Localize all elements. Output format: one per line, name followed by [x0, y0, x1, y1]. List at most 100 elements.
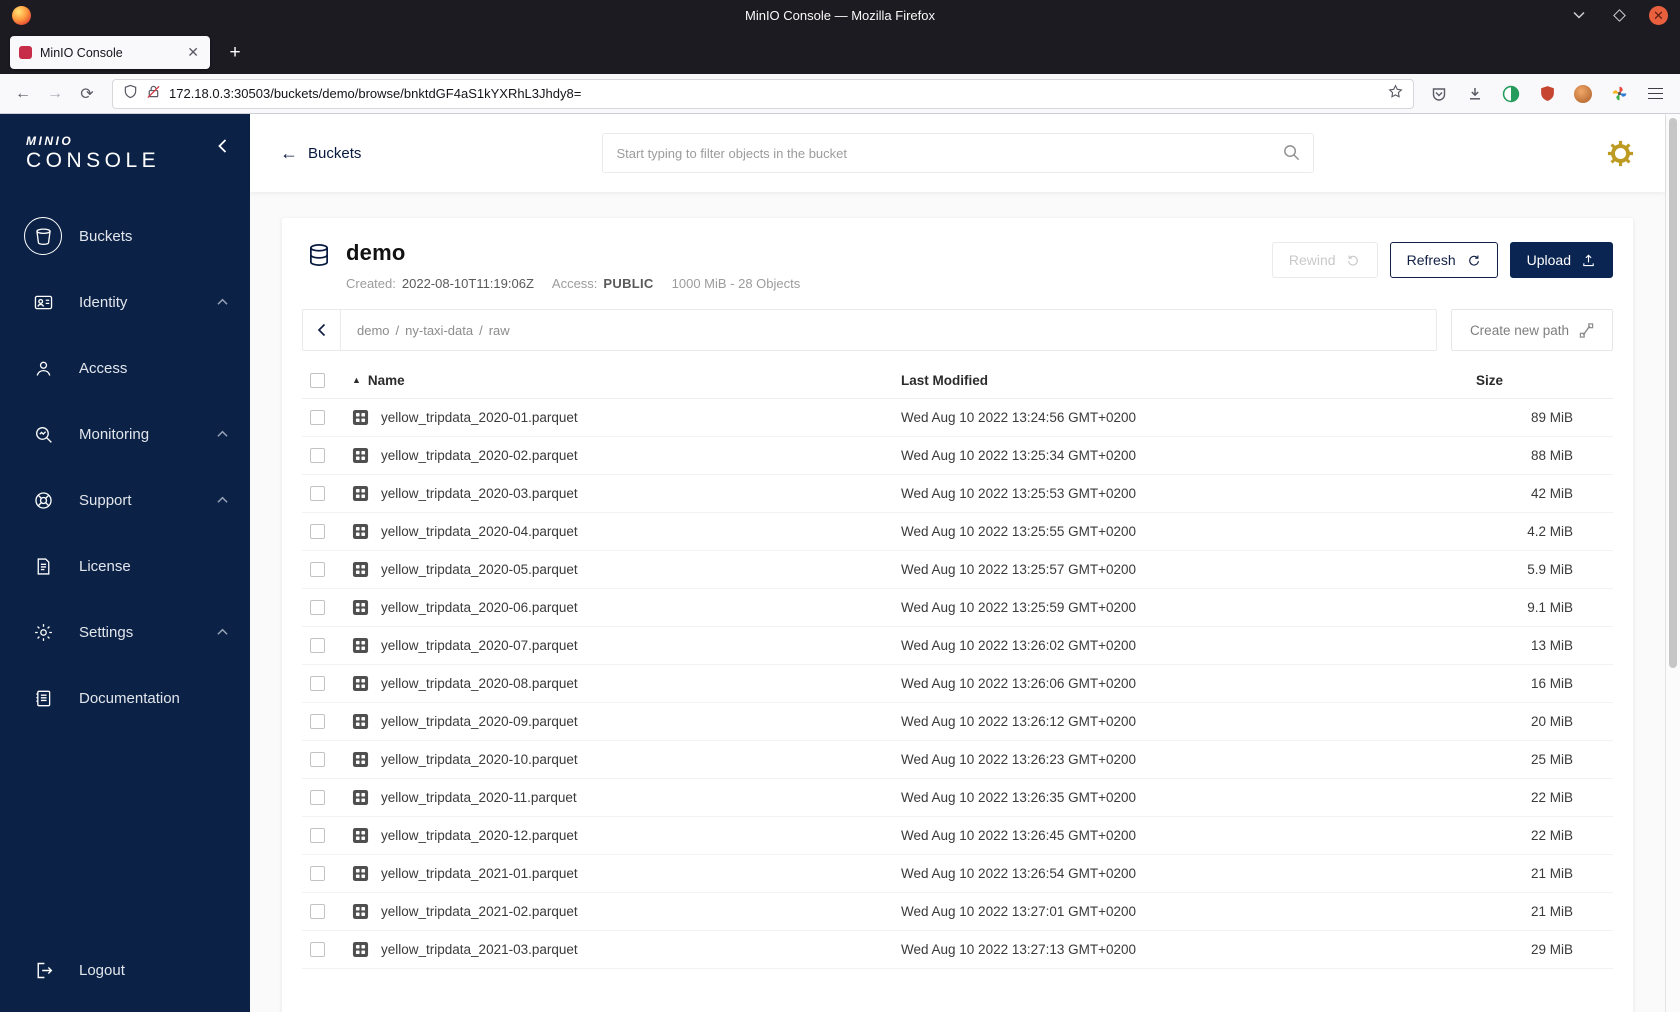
table-row[interactable]: yellow_tripdata_2020-09.parquet Wed Aug …	[302, 702, 1613, 741]
table-row[interactable]: yellow_tripdata_2020-07.parquet Wed Aug …	[302, 626, 1613, 665]
row-checkbox[interactable]	[310, 410, 325, 425]
bookmark-star-icon[interactable]	[1388, 83, 1403, 104]
pocket-icon[interactable]	[1424, 79, 1454, 109]
breadcrumb-segment[interactable]: demo	[357, 323, 390, 338]
row-checkbox[interactable]	[310, 562, 325, 577]
row-checkbox[interactable]	[310, 904, 325, 919]
new-tab-button[interactable]: +	[220, 38, 250, 68]
chevron-up-icon	[217, 496, 228, 504]
row-checkbox[interactable]	[310, 714, 325, 729]
sidebar-item-label: Support	[79, 491, 132, 509]
object-name[interactable]: yellow_tripdata_2020-09.parquet	[381, 714, 578, 729]
sidebar-item-buckets[interactable]: Buckets	[0, 203, 250, 269]
row-checkbox[interactable]	[310, 866, 325, 881]
object-name[interactable]: yellow_tripdata_2020-08.parquet	[381, 676, 578, 691]
table-row[interactable]: yellow_tripdata_2020-04.parquet Wed Aug …	[302, 512, 1613, 551]
table-row[interactable]: yellow_tripdata_2021-03.parquet Wed Aug …	[302, 930, 1613, 969]
extension-pinwheel-icon[interactable]	[1604, 79, 1634, 109]
object-name[interactable]: yellow_tripdata_2020-01.parquet	[381, 410, 578, 425]
browser-tab[interactable]: MinIO Console ✕	[10, 36, 210, 69]
object-last-modified: Wed Aug 10 2022 13:26:54 GMT+0200	[893, 854, 1468, 893]
sidebar-item-label: Settings	[79, 623, 134, 641]
object-name[interactable]: yellow_tripdata_2021-02.parquet	[381, 904, 578, 919]
table-row[interactable]: yellow_tripdata_2020-12.parquet Wed Aug …	[302, 816, 1613, 855]
object-last-modified: Wed Aug 10 2022 13:25:34 GMT+0200	[893, 436, 1468, 475]
url-text[interactable]: 172.18.0.3:30503/buckets/demo/browse/bnk…	[169, 86, 1380, 101]
path-back-button[interactable]	[303, 310, 341, 350]
sidebar-item-settings[interactable]: Settings	[0, 599, 250, 665]
reload-button[interactable]: ⟳	[72, 79, 102, 109]
row-checkbox[interactable]	[310, 942, 325, 957]
forward-button[interactable]: →	[40, 79, 70, 109]
column-header-name[interactable]: ▲ Name	[344, 367, 893, 399]
row-checkbox[interactable]	[310, 524, 325, 539]
refresh-button[interactable]: Refresh	[1389, 242, 1498, 278]
breadcrumb-segment[interactable]: ny-taxi-data	[405, 323, 473, 338]
window-minimize-button[interactable]	[1569, 5, 1589, 25]
object-size: 16 MiB	[1468, 664, 1613, 703]
table-row[interactable]: yellow_tripdata_2020-05.parquet Wed Aug …	[302, 550, 1613, 589]
row-checkbox[interactable]	[310, 448, 325, 463]
create-new-path-button[interactable]: Create new path	[1450, 309, 1613, 351]
scrollbar-thumb[interactable]	[1669, 118, 1677, 668]
table-row[interactable]: yellow_tripdata_2020-02.parquet Wed Aug …	[302, 436, 1613, 475]
sidebar-item-monitoring[interactable]: Monitoring	[0, 401, 250, 467]
window-close-button[interactable]: ✕	[1649, 5, 1668, 25]
table-row[interactable]: yellow_tripdata_2020-01.parquet Wed Aug …	[302, 398, 1613, 437]
sidebar-item-documentation[interactable]: Documentation	[0, 665, 250, 731]
menu-icon[interactable]	[1640, 79, 1670, 109]
row-checkbox[interactable]	[310, 600, 325, 615]
object-name[interactable]: yellow_tripdata_2020-07.parquet	[381, 638, 578, 653]
select-all-checkbox[interactable]	[310, 373, 325, 388]
upload-button[interactable]: Upload	[1509, 242, 1613, 278]
rewind-button[interactable]: Rewind	[1271, 242, 1378, 278]
object-name[interactable]: yellow_tripdata_2020-04.parquet	[381, 524, 578, 539]
search-input[interactable]	[601, 133, 1314, 173]
table-row[interactable]: yellow_tripdata_2020-08.parquet Wed Aug …	[302, 664, 1613, 703]
sidebar-item-access[interactable]: Access	[0, 335, 250, 401]
row-checkbox[interactable]	[310, 638, 325, 653]
object-name[interactable]: yellow_tripdata_2020-03.parquet	[381, 486, 578, 501]
insecure-lock-icon[interactable]	[146, 84, 161, 104]
object-name[interactable]: yellow_tripdata_2020-11.parquet	[381, 790, 577, 805]
object-name[interactable]: yellow_tripdata_2021-01.parquet	[381, 866, 578, 881]
sidebar-collapse-button[interactable]	[217, 138, 228, 159]
profile-avatar[interactable]	[1568, 79, 1598, 109]
object-name[interactable]: yellow_tripdata_2020-12.parquet	[381, 828, 578, 843]
sidebar-item-license[interactable]: License	[0, 533, 250, 599]
sidebar-item-logout[interactable]: Logout	[0, 942, 250, 998]
url-bar[interactable]: 172.18.0.3:30503/buckets/demo/browse/bnk…	[112, 78, 1414, 109]
table-row[interactable]: yellow_tripdata_2021-02.parquet Wed Aug …	[302, 892, 1613, 931]
table-row[interactable]: yellow_tripdata_2021-01.parquet Wed Aug …	[302, 854, 1613, 893]
settings-gear-icon[interactable]	[1606, 139, 1635, 168]
bucket-icon	[24, 217, 62, 255]
breadcrumb-segment[interactable]: raw	[489, 323, 510, 338]
row-checkbox[interactable]	[310, 676, 325, 691]
back-to-buckets[interactable]: ← Buckets	[280, 144, 550, 162]
table-row[interactable]: yellow_tripdata_2020-03.parquet Wed Aug …	[302, 474, 1613, 513]
object-name[interactable]: yellow_tripdata_2020-10.parquet	[381, 752, 578, 767]
object-name[interactable]: yellow_tripdata_2021-03.parquet	[381, 942, 578, 957]
object-name[interactable]: yellow_tripdata_2020-05.parquet	[381, 562, 578, 577]
tab-close-icon[interactable]: ✕	[185, 44, 201, 61]
window-maximize-button[interactable]	[1609, 5, 1629, 25]
table-row[interactable]: yellow_tripdata_2020-06.parquet Wed Aug …	[302, 588, 1613, 627]
ublock-shield-icon[interactable]	[1532, 79, 1562, 109]
table-row[interactable]: yellow_tripdata_2020-10.parquet Wed Aug …	[302, 740, 1613, 779]
row-checkbox[interactable]	[310, 790, 325, 805]
sidebar-item-identity[interactable]: Identity	[0, 269, 250, 335]
downloads-icon[interactable]	[1460, 79, 1490, 109]
row-checkbox[interactable]	[310, 752, 325, 767]
back-button[interactable]: ←	[8, 79, 38, 109]
object-name[interactable]: yellow_tripdata_2020-06.parquet	[381, 600, 578, 615]
extension-green-icon[interactable]	[1496, 79, 1526, 109]
page-scrollbar[interactable]	[1665, 114, 1680, 1012]
table-row[interactable]: yellow_tripdata_2020-11.parquet Wed Aug …	[302, 778, 1613, 817]
row-checkbox[interactable]	[310, 486, 325, 501]
refresh-icon	[1468, 255, 1479, 266]
row-checkbox[interactable]	[310, 828, 325, 843]
window-title: MinIO Console — Mozilla Firefox	[745, 7, 935, 23]
sidebar-item-support[interactable]: Support	[0, 467, 250, 533]
object-name[interactable]: yellow_tripdata_2020-02.parquet	[381, 448, 578, 463]
tracking-shield-icon[interactable]	[123, 84, 138, 104]
